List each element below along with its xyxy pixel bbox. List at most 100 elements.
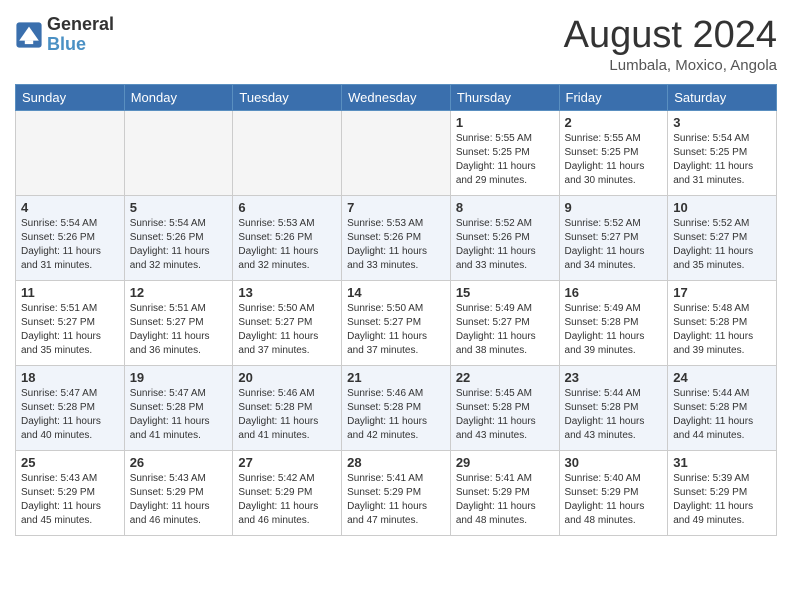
day-info: Sunrise: 5:54 AM Sunset: 5:25 PM Dayligh… <box>673 132 771 188</box>
day-number: 10 <box>673 200 771 215</box>
day-info: Sunrise: 5:51 AM Sunset: 5:27 PM Dayligh… <box>21 302 119 358</box>
day-number: 21 <box>347 370 445 385</box>
calendar-cell: 11Sunrise: 5:51 AM Sunset: 5:27 PM Dayli… <box>16 280 125 365</box>
day-info: Sunrise: 5:55 AM Sunset: 5:25 PM Dayligh… <box>565 132 663 188</box>
title-section: August 2024 Lumbala, Moxico, Angola <box>564 15 777 74</box>
day-info: Sunrise: 5:46 AM Sunset: 5:28 PM Dayligh… <box>238 387 336 443</box>
day-number: 22 <box>456 370 554 385</box>
logo-line1: General <box>47 15 114 35</box>
day-info: Sunrise: 5:49 AM Sunset: 5:28 PM Dayligh… <box>565 302 663 358</box>
day-info: Sunrise: 5:54 AM Sunset: 5:26 PM Dayligh… <box>21 217 119 273</box>
calendar-cell: 2 Sunrise: 5:55 AM Sunset: 5:25 PM Daylig… <box>559 110 668 195</box>
weekday-sunday: Sunday <box>16 84 125 110</box>
header: General Blue August 2024 Lumbala, Moxico… <box>15 15 777 74</box>
weekday-thursday: Thursday <box>450 84 559 110</box>
calendar-cell: 8 Sunrise: 5:52 AM Sunset: 5:26 PM Daylig… <box>450 195 559 280</box>
day-info: Sunrise: 5:55 AM Sunset: 5:25 PM Dayligh… <box>456 132 554 188</box>
day-number: 4 <box>21 200 119 215</box>
day-number: 15 <box>456 285 554 300</box>
day-number: 8 <box>456 200 554 215</box>
calendar-row-2: 11Sunrise: 5:51 AM Sunset: 5:27 PM Dayli… <box>16 280 777 365</box>
day-number: 18 <box>21 370 119 385</box>
calendar-cell: 30Sunrise: 5:40 AM Sunset: 5:29 PM Dayli… <box>559 450 668 535</box>
weekday-friday: Friday <box>559 84 668 110</box>
day-info: Sunrise: 5:44 AM Sunset: 5:28 PM Dayligh… <box>673 387 771 443</box>
day-info: Sunrise: 5:53 AM Sunset: 5:26 PM Dayligh… <box>347 217 445 273</box>
day-number: 6 <box>238 200 336 215</box>
calendar-cell: 13 Sunrise: 5:50 AM Sunset: 5:27 PM Dayli… <box>233 280 342 365</box>
day-info: Sunrise: 5:49 AM Sunset: 5:27 PM Dayligh… <box>456 302 554 358</box>
calendar-cell: 21 Sunrise: 5:46 AM Sunset: 5:28 PM Dayli… <box>342 365 451 450</box>
day-info: Sunrise: 5:52 AM Sunset: 5:26 PM Dayligh… <box>456 217 554 273</box>
day-info: Sunrise: 5:50 AM Sunset: 5:27 PM Dayligh… <box>238 302 336 358</box>
calendar-cell <box>16 110 125 195</box>
calendar-cell: 28 Sunrise: 5:41 AM Sunset: 5:29 PM Dayli… <box>342 450 451 535</box>
calendar-cell: 25 Sunrise: 5:43 AM Sunset: 5:29 PM Dayli… <box>16 450 125 535</box>
calendar-row-1: 4 Sunrise: 5:54 AM Sunset: 5:26 PM Daylig… <box>16 195 777 280</box>
logo-icon <box>15 21 43 49</box>
day-info: Sunrise: 5:50 AM Sunset: 5:27 PM Dayligh… <box>347 302 445 358</box>
day-number: 13 <box>238 285 336 300</box>
weekday-monday: Monday <box>124 84 233 110</box>
day-number: 5 <box>130 200 228 215</box>
calendar-cell: 10 Sunrise: 5:52 AM Sunset: 5:27 PM Dayli… <box>668 195 777 280</box>
calendar-cell: 29 Sunrise: 5:41 AM Sunset: 5:29 PM Dayli… <box>450 450 559 535</box>
day-info: Sunrise: 5:43 AM Sunset: 5:29 PM Dayligh… <box>21 472 119 528</box>
calendar-cell: 17 Sunrise: 5:48 AM Sunset: 5:28 PM Dayli… <box>668 280 777 365</box>
logo-line2: Blue <box>47 35 114 55</box>
day-info: Sunrise: 5:48 AM Sunset: 5:28 PM Dayligh… <box>673 302 771 358</box>
weekday-tuesday: Tuesday <box>233 84 342 110</box>
day-info: Sunrise: 5:52 AM Sunset: 5:27 PM Dayligh… <box>673 217 771 273</box>
day-info: Sunrise: 5:41 AM Sunset: 5:29 PM Dayligh… <box>456 472 554 528</box>
calendar-cell: 6 Sunrise: 5:53 AM Sunset: 5:26 PM Daylig… <box>233 195 342 280</box>
calendar-cell: 26 Sunrise: 5:43 AM Sunset: 5:29 PM Dayli… <box>124 450 233 535</box>
day-number: 2 <box>565 115 663 130</box>
day-info: Sunrise: 5:54 AM Sunset: 5:26 PM Dayligh… <box>130 217 228 273</box>
calendar-row-3: 18 Sunrise: 5:47 AM Sunset: 5:28 PM Dayli… <box>16 365 777 450</box>
calendar-cell: 16Sunrise: 5:49 AM Sunset: 5:28 PM Dayli… <box>559 280 668 365</box>
location: Lumbala, Moxico, Angola <box>564 57 777 74</box>
day-info: Sunrise: 5:43 AM Sunset: 5:29 PM Dayligh… <box>130 472 228 528</box>
logo: General Blue <box>15 15 114 55</box>
calendar-cell: 14Sunrise: 5:50 AM Sunset: 5:27 PM Dayli… <box>342 280 451 365</box>
day-number: 29 <box>456 455 554 470</box>
day-number: 25 <box>21 455 119 470</box>
day-info: Sunrise: 5:40 AM Sunset: 5:29 PM Dayligh… <box>565 472 663 528</box>
calendar-cell: 7Sunrise: 5:53 AM Sunset: 5:26 PM Daylig… <box>342 195 451 280</box>
day-number: 1 <box>456 115 554 130</box>
day-number: 24 <box>673 370 771 385</box>
calendar-cell: 18Sunrise: 5:47 AM Sunset: 5:28 PM Dayli… <box>16 365 125 450</box>
calendar-cell: 15 Sunrise: 5:49 AM Sunset: 5:27 PM Dayli… <box>450 280 559 365</box>
day-number: 19 <box>130 370 228 385</box>
day-number: 31 <box>673 455 771 470</box>
calendar-row-0: 1 Sunrise: 5:55 AM Sunset: 5:25 PM Daylig… <box>16 110 777 195</box>
calendar-table: SundayMondayTuesdayWednesdayThursdayFrid… <box>15 84 777 536</box>
calendar-cell: 4 Sunrise: 5:54 AM Sunset: 5:26 PM Daylig… <box>16 195 125 280</box>
day-number: 17 <box>673 285 771 300</box>
month-title: August 2024 <box>564 15 777 57</box>
day-info: Sunrise: 5:39 AM Sunset: 5:29 PM Dayligh… <box>673 472 771 528</box>
day-info: Sunrise: 5:53 AM Sunset: 5:26 PM Dayligh… <box>238 217 336 273</box>
calendar-cell: 12Sunrise: 5:51 AM Sunset: 5:27 PM Dayli… <box>124 280 233 365</box>
weekday-wednesday: Wednesday <box>342 84 451 110</box>
calendar-cell <box>124 110 233 195</box>
weekday-saturday: Saturday <box>668 84 777 110</box>
calendar-cell: 31 Sunrise: 5:39 AM Sunset: 5:29 PM Dayli… <box>668 450 777 535</box>
day-number: 23 <box>565 370 663 385</box>
calendar-cell: 1 Sunrise: 5:55 AM Sunset: 5:25 PM Daylig… <box>450 110 559 195</box>
day-number: 28 <box>347 455 445 470</box>
calendar-cell <box>342 110 451 195</box>
day-info: Sunrise: 5:45 AM Sunset: 5:28 PM Dayligh… <box>456 387 554 443</box>
day-number: 20 <box>238 370 336 385</box>
day-number: 9 <box>565 200 663 215</box>
day-info: Sunrise: 5:46 AM Sunset: 5:28 PM Dayligh… <box>347 387 445 443</box>
day-info: Sunrise: 5:47 AM Sunset: 5:28 PM Dayligh… <box>130 387 228 443</box>
calendar-cell: 27Sunrise: 5:42 AM Sunset: 5:29 PM Dayli… <box>233 450 342 535</box>
day-info: Sunrise: 5:44 AM Sunset: 5:28 PM Dayligh… <box>565 387 663 443</box>
day-info: Sunrise: 5:41 AM Sunset: 5:29 PM Dayligh… <box>347 472 445 528</box>
day-info: Sunrise: 5:51 AM Sunset: 5:27 PM Dayligh… <box>130 302 228 358</box>
calendar-cell: 3Sunrise: 5:54 AM Sunset: 5:25 PM Daylig… <box>668 110 777 195</box>
day-number: 26 <box>130 455 228 470</box>
day-info: Sunrise: 5:52 AM Sunset: 5:27 PM Dayligh… <box>565 217 663 273</box>
calendar-row-4: 25 Sunrise: 5:43 AM Sunset: 5:29 PM Dayli… <box>16 450 777 535</box>
